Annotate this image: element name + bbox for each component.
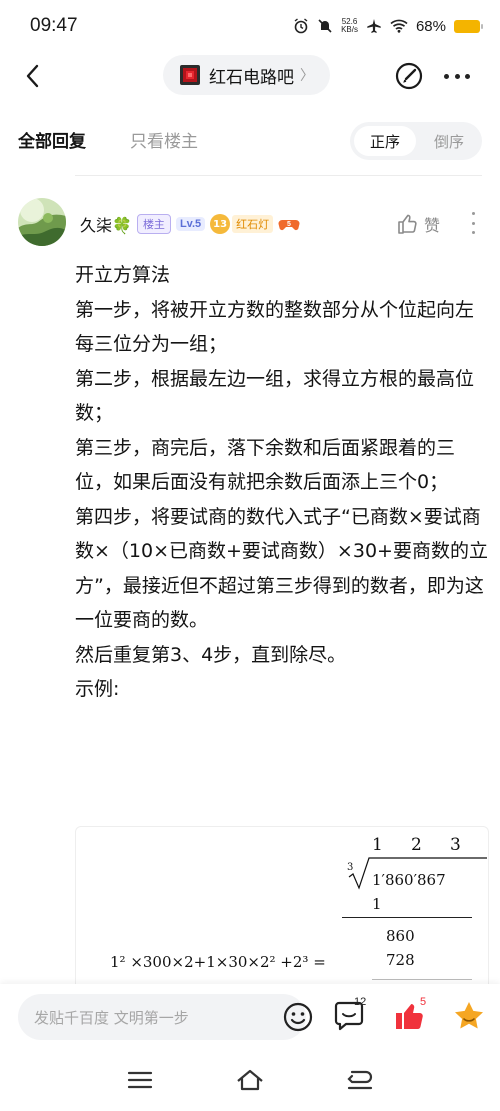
more-options-icon[interactable] bbox=[440, 61, 474, 91]
reply-filter-bar: 全部回复 只看楼主 正序 倒序 bbox=[0, 118, 500, 164]
edit-icon[interactable] bbox=[394, 61, 424, 91]
emoji-icon[interactable] bbox=[282, 1001, 314, 1033]
post-paragraph: 然后重复第3、4步，直到除尽。 bbox=[75, 643, 347, 666]
wifi-icon bbox=[390, 19, 408, 33]
example-image[interactable]: 1 2 3 3 1′860′867 1 860 1² ×300×2+1×30×2… bbox=[75, 826, 489, 1006]
quotient-digit: 3 bbox=[450, 835, 461, 855]
op-badge: 楼主 bbox=[136, 214, 171, 234]
star-icon[interactable] bbox=[452, 999, 486, 1033]
reply-placeholder: 发贴千百度 文明第一步 bbox=[34, 1009, 189, 1027]
level-badge: Lv.5 bbox=[175, 217, 206, 231]
status-time: 09:47 bbox=[30, 15, 78, 36]
alarm-icon bbox=[294, 18, 308, 34]
avatar[interactable] bbox=[18, 198, 66, 246]
sort-ascending-button[interactable]: 正序 bbox=[354, 126, 416, 156]
back-nav-icon[interactable] bbox=[346, 1068, 374, 1092]
title-name: 红石灯 bbox=[232, 215, 274, 233]
redstone-icon bbox=[180, 65, 200, 85]
mute-icon bbox=[318, 19, 332, 33]
quotient-digit: 1 bbox=[372, 835, 383, 855]
system-navigation-bar bbox=[0, 1048, 500, 1111]
post-paragraph: 示例: bbox=[75, 678, 120, 700]
post-header: 久柒🍀 楼主 Lv.5 13 红石灯 5 赞 bbox=[18, 198, 484, 254]
trial-formula: 1² ×300×2+1×30×2² +2³ = bbox=[110, 953, 326, 971]
post-paragraph: 第二步，根据最左边一组，求得立方根的最高位数； bbox=[75, 367, 475, 425]
battery-icon bbox=[454, 19, 483, 33]
forum-pill[interactable]: 红石电路吧 〉 bbox=[163, 55, 330, 95]
tab-only-op[interactable]: 只看楼主 bbox=[130, 127, 198, 152]
bottom-action-bar: 发贴千百度 文明第一步 12 5 bbox=[0, 984, 500, 1048]
reply-input[interactable]: 发贴千百度 文明第一步 bbox=[18, 994, 313, 1040]
quotient-digit: 2 bbox=[411, 835, 422, 855]
remainder: 860 bbox=[386, 927, 415, 945]
first-subtrahend: 1 bbox=[372, 895, 382, 913]
forum-name: 红石电路吧 bbox=[209, 67, 294, 88]
divider bbox=[75, 175, 482, 176]
status-bar: 09:47 52.6 KB/s 68% bbox=[0, 0, 500, 52]
chevron-right-icon: 〉 bbox=[300, 68, 314, 84]
sort-descending-button[interactable]: 倒序 bbox=[420, 126, 478, 156]
post-content: 开立方算法 第一步，将被开立方数的整数部分从个位起向左每三位分为一组； 第二步，… bbox=[75, 258, 489, 707]
menu-icon[interactable] bbox=[126, 1068, 154, 1092]
post-paragraph: 第三步，商完后，落下余数和后面紧跟着的三位，如果后面没有就把余数后面添上三个0； bbox=[75, 436, 456, 494]
username[interactable]: 久柒🍀 bbox=[80, 212, 132, 236]
comment-count: 12 bbox=[354, 996, 367, 1008]
like-count: 5 bbox=[420, 996, 427, 1008]
network-speed-unit: KB/s bbox=[341, 25, 358, 34]
user-info-row: 久柒🍀 楼主 Lv.5 13 红石灯 5 bbox=[80, 212, 300, 236]
home-icon[interactable] bbox=[236, 1068, 264, 1092]
subtraction-line bbox=[372, 979, 472, 980]
post-more-icon[interactable] bbox=[470, 212, 476, 234]
airplane-icon bbox=[367, 19, 381, 33]
battery-percent: 68% bbox=[415, 17, 446, 35]
sort-toggle: 正序 倒序 bbox=[350, 122, 482, 160]
status-icons: 52.6 KB/s 68% bbox=[293, 17, 483, 35]
like-label: 赞 bbox=[424, 216, 441, 235]
post-paragraph: 第一步，将被开立方数的整数部分从个位起向左每三位分为一组； bbox=[75, 298, 475, 356]
title-level-number: 13 bbox=[210, 214, 231, 234]
post-paragraph: 第四步，将要试商的数代入式子“已商数×要试商数×（10×已商数+要试商数）×30… bbox=[75, 505, 488, 632]
tab-all-replies[interactable]: 全部回复 bbox=[18, 127, 86, 152]
top-nav-bar: 红石电路吧 〉 bbox=[0, 52, 500, 100]
radicand: 1′860′867 bbox=[372, 871, 446, 889]
network-speed: 52.6 KB/s bbox=[341, 18, 358, 34]
trial-result: 728 bbox=[386, 951, 415, 969]
back-arrow-icon[interactable] bbox=[20, 62, 48, 90]
title-badge: 13 红石灯 bbox=[210, 214, 274, 234]
like-button[interactable]: 赞 bbox=[396, 212, 440, 236]
subtraction-line bbox=[342, 917, 472, 918]
thumbs-up-icon bbox=[398, 214, 417, 234]
svg-text:5: 5 bbox=[287, 221, 291, 228]
post-paragraph: 开立方算法 bbox=[75, 264, 171, 286]
gamepad-badge-icon: 5 bbox=[278, 220, 300, 231]
